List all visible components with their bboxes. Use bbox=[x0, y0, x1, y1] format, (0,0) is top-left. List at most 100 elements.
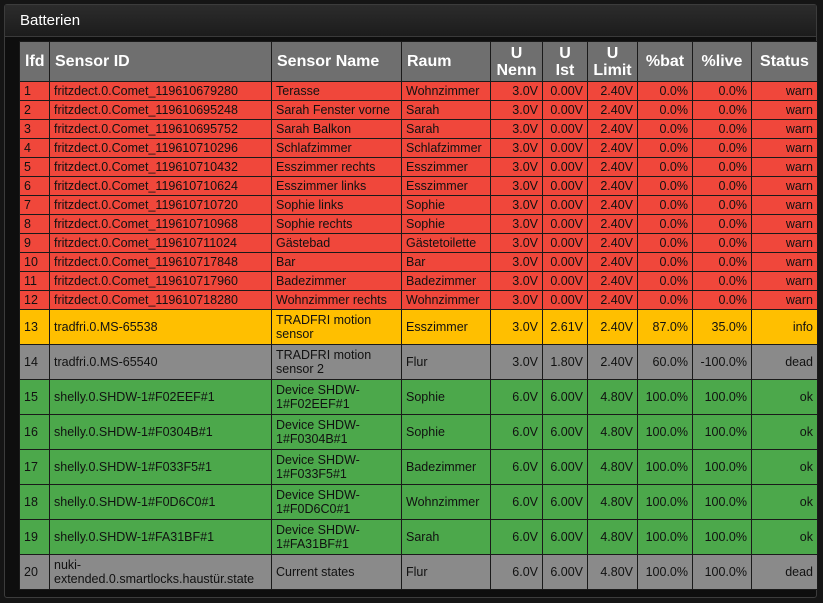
cell-raum: Gästetoilette bbox=[401, 233, 491, 253]
cell-raum: Wohnzimmer bbox=[401, 290, 491, 310]
table-row[interactable]: 2 fritzdect.0.Comet_119610695248 Sarah Fen… bbox=[19, 100, 818, 120]
cell-pct-bat: 0.0% bbox=[637, 271, 693, 291]
table-row[interactable]: 5 fritzdect.0.Comet_119610710432 Esszimmer… bbox=[19, 157, 818, 177]
cell-sensor-name: Sarah Fenster vorne bbox=[271, 100, 402, 120]
table-row[interactable]: 4 fritzdect.0.Comet_119610710296 Schlafzim… bbox=[19, 138, 818, 158]
cell-sensor-name: Sophie rechts bbox=[271, 214, 402, 234]
cell-raum: Flur bbox=[401, 554, 491, 590]
cell-u-ist: 6.00V bbox=[542, 379, 588, 415]
cell-u-nenn: 6.0V bbox=[490, 554, 543, 590]
cell-lfd: 13 bbox=[19, 309, 50, 345]
col-header-pct-bat[interactable]: %bat bbox=[637, 41, 693, 82]
cell-u-nenn: 6.0V bbox=[490, 519, 543, 555]
cell-raum: Wohnzimmer bbox=[401, 81, 491, 101]
cell-u-ist: 0.00V bbox=[542, 81, 588, 101]
cell-sensor-name: Bar bbox=[271, 252, 402, 272]
table-row[interactable]: 6 fritzdect.0.Comet_119610710624 Esszimmer… bbox=[19, 176, 818, 196]
cell-sensor-id: fritzdect.0.Comet_119610710968 bbox=[49, 214, 272, 234]
cell-pct-bat: 100.0% bbox=[637, 554, 693, 590]
table-row[interactable]: 20 nuki-extended.0.smartlocks.haustür.sta… bbox=[19, 554, 818, 590]
table-row[interactable]: 11 fritzdect.0.Comet_119610717960 Badezimm… bbox=[19, 271, 818, 291]
cell-pct-live: 0.0% bbox=[692, 290, 752, 310]
table-row[interactable]: 10 fritzdect.0.Comet_119610717848 Bar Bar 3.… bbox=[19, 252, 818, 272]
cell-status: warn bbox=[751, 157, 818, 177]
cell-u-ist: 0.00V bbox=[542, 119, 588, 139]
col-header-u-nenn[interactable]: U Nenn bbox=[490, 41, 543, 82]
cell-pct-live: 100.0% bbox=[692, 379, 752, 415]
cell-pct-live: 100.0% bbox=[692, 554, 752, 590]
table-row[interactable]: 17 shelly.0.SHDW-1#F033F5#1 Device SHDW-1#… bbox=[19, 449, 818, 485]
cell-raum: Sarah bbox=[401, 100, 491, 120]
cell-sensor-name: Device SHDW-1#F02EEF#1 bbox=[271, 379, 402, 415]
cell-lfd: 19 bbox=[19, 519, 50, 555]
cell-pct-live: 0.0% bbox=[692, 157, 752, 177]
table-row[interactable]: 7 fritzdect.0.Comet_119610710720 Sophie li… bbox=[19, 195, 818, 215]
table-row[interactable]: 1 fritzdect.0.Comet_119610679280 Terasse Wo… bbox=[19, 81, 818, 101]
table-row[interactable]: 14 tradfri.0.MS-65540 TRADFRI motion senso… bbox=[19, 344, 818, 380]
cell-pct-live: 0.0% bbox=[692, 176, 752, 196]
cell-sensor-name: Gästebad bbox=[271, 233, 402, 253]
col-header-pct-live[interactable]: %live bbox=[692, 41, 752, 82]
col-header-raum[interactable]: Raum bbox=[401, 41, 491, 82]
col-header-status[interactable]: Status bbox=[751, 41, 818, 82]
cell-sensor-name: Sophie links bbox=[271, 195, 402, 215]
cell-u-ist: 2.61V bbox=[542, 309, 588, 345]
cell-pct-live: 0.0% bbox=[692, 119, 752, 139]
cell-u-ist: 0.00V bbox=[542, 233, 588, 253]
cell-raum: Badezimmer bbox=[401, 449, 491, 485]
cell-status: ok bbox=[751, 449, 818, 485]
cell-u-ist: 0.00V bbox=[542, 195, 588, 215]
table-row[interactable]: 8 fritzdect.0.Comet_119610710968 Sophie re… bbox=[19, 214, 818, 234]
cell-pct-bat: 100.0% bbox=[637, 414, 693, 450]
cell-pct-bat: 87.0% bbox=[637, 309, 693, 345]
cell-u-nenn: 3.0V bbox=[490, 252, 543, 272]
cell-sensor-name: Device SHDW-1#F0304B#1 bbox=[271, 414, 402, 450]
cell-u-ist: 0.00V bbox=[542, 176, 588, 196]
cell-u-ist: 0.00V bbox=[542, 157, 588, 177]
col-header-u-ist[interactable]: U Ist bbox=[542, 41, 588, 82]
cell-u-limit: 2.40V bbox=[587, 138, 638, 158]
col-header-lfd[interactable]: lfd bbox=[19, 41, 50, 82]
battery-table-wrap: lfd Sensor ID Sensor Name Raum U Nenn U … bbox=[19, 41, 818, 590]
cell-sensor-name: Schlafzimmer bbox=[271, 138, 402, 158]
table-header-row: lfd Sensor ID Sensor Name Raum U Nenn U … bbox=[19, 41, 818, 82]
cell-u-limit: 4.80V bbox=[587, 519, 638, 555]
cell-sensor-id: tradfri.0.MS-65540 bbox=[49, 344, 272, 380]
cell-raum: Sophie bbox=[401, 414, 491, 450]
cell-sensor-name: Esszimmer links bbox=[271, 176, 402, 196]
cell-u-nenn: 3.0V bbox=[490, 344, 543, 380]
cell-sensor-id: fritzdect.0.Comet_119610717960 bbox=[49, 271, 272, 291]
table-row[interactable]: 9 fritzdect.0.Comet_119610711024 Gästebad G… bbox=[19, 233, 818, 253]
cell-lfd: 17 bbox=[19, 449, 50, 485]
table-row[interactable]: 18 shelly.0.SHDW-1#F0D6C0#1 Device SHDW-1#… bbox=[19, 484, 818, 520]
table-row[interactable]: 15 shelly.0.SHDW-1#F02EEF#1 Device SHDW-1#… bbox=[19, 379, 818, 415]
table-row[interactable]: 3 fritzdect.0.Comet_119610695752 Sarah Bal… bbox=[19, 119, 818, 139]
cell-sensor-name: Terasse bbox=[271, 81, 402, 101]
cell-lfd: 8 bbox=[19, 214, 50, 234]
cell-pct-bat: 0.0% bbox=[637, 138, 693, 158]
cell-raum: Schlafzimmer bbox=[401, 138, 491, 158]
table-body: 1 fritzdect.0.Comet_119610679280 Terasse Wo… bbox=[19, 81, 818, 590]
cell-status: ok bbox=[751, 519, 818, 555]
cell-lfd: 18 bbox=[19, 484, 50, 520]
cell-u-limit: 2.40V bbox=[587, 290, 638, 310]
cell-sensor-name: Device SHDW-1#FA31BF#1 bbox=[271, 519, 402, 555]
cell-lfd: 3 bbox=[19, 119, 50, 139]
cell-sensor-name: Device SHDW-1#F0D6C0#1 bbox=[271, 484, 402, 520]
table-row[interactable]: 16 shelly.0.SHDW-1#F0304B#1 Device SHDW-1#… bbox=[19, 414, 818, 450]
col-header-u-limit[interactable]: U Limit bbox=[587, 41, 638, 82]
cell-u-limit: 2.40V bbox=[587, 119, 638, 139]
table-row[interactable]: 13 tradfri.0.MS-65538 TRADFRI motion senso… bbox=[19, 309, 818, 345]
cell-status: warn bbox=[751, 271, 818, 291]
cell-u-limit: 4.80V bbox=[587, 414, 638, 450]
col-header-sensor-id[interactable]: Sensor ID bbox=[49, 41, 272, 82]
col-header-sensor-name[interactable]: Sensor Name bbox=[271, 41, 402, 82]
table-row[interactable]: 12 fritzdect.0.Comet_119610718280 Wohnzimm… bbox=[19, 290, 818, 310]
cell-sensor-name: TRADFRI motion sensor bbox=[271, 309, 402, 345]
table-row[interactable]: 19 shelly.0.SHDW-1#FA31BF#1 Device SHDW-1#… bbox=[19, 519, 818, 555]
cell-u-limit: 2.40V bbox=[587, 233, 638, 253]
cell-u-ist: 0.00V bbox=[542, 290, 588, 310]
cell-u-limit: 2.40V bbox=[587, 214, 638, 234]
cell-sensor-id: fritzdect.0.Comet_119610695248 bbox=[49, 100, 272, 120]
cell-u-nenn: 3.0V bbox=[490, 119, 543, 139]
